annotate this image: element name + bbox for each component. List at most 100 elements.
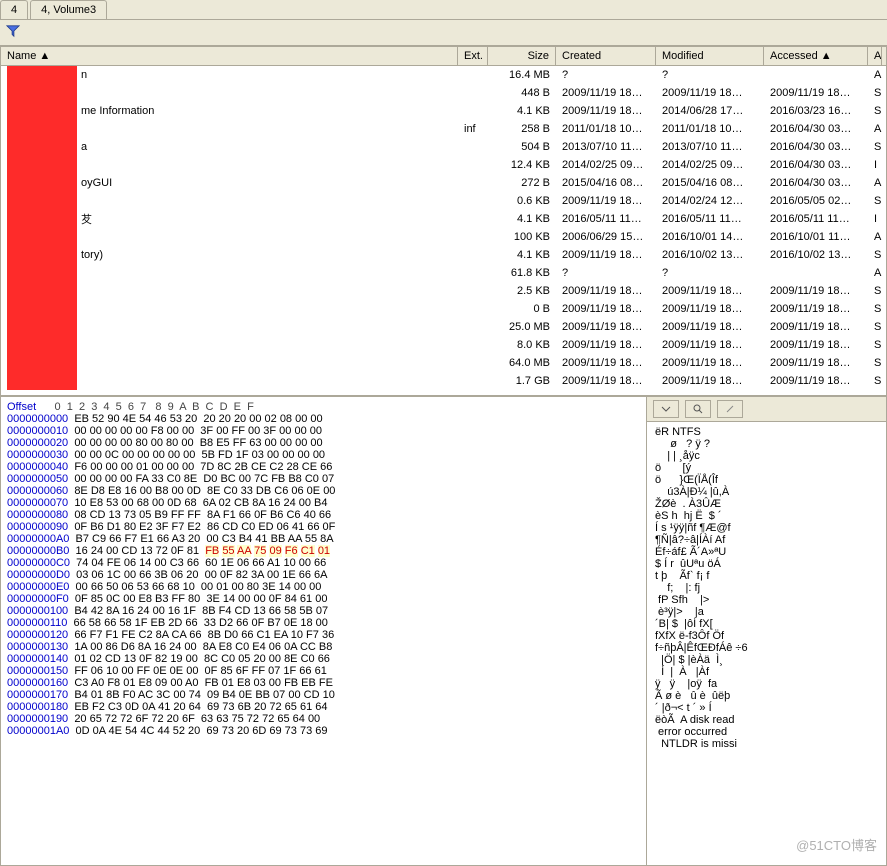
ascii-row: Í | À |Àf	[655, 666, 878, 678]
tool-icon[interactable]	[717, 400, 743, 418]
hex-row: 0000000190 20 65 72 72 6F 72 20 6F 63 63…	[7, 713, 640, 725]
redacted-block	[7, 300, 77, 318]
file-created: 2009/11/19 18…	[556, 356, 656, 370]
file-ext	[458, 344, 488, 346]
tab-strip: 4 4, Volume3	[0, 0, 887, 20]
file-size: 448 B	[488, 86, 556, 100]
table-row[interactable]: n16.4 MB??A	[1, 66, 886, 84]
hex-row: 0000000010 00 00 00 00 00 F8 00 00 3F 00…	[7, 425, 640, 437]
table-row[interactable]: 1.7 GB2009/11/19 18…2009/11/19 18…2009/1…	[1, 372, 886, 390]
ascii-row: f÷ñþÂ|ÊfŒÐfÁê ÷6	[655, 642, 878, 654]
hex-row: 00000000F0 0F 85 0C 00 E8 B3 FF 80 3E 14…	[7, 593, 640, 605]
file-modified: 2013/07/10 11…	[656, 140, 764, 154]
table-row[interactable]: inf258 B2011/01/18 10…2011/01/18 10…2016…	[1, 120, 886, 138]
file-created: ?	[556, 68, 656, 82]
hex-row: 0000000070 10 E8 53 00 68 00 0D 68 6A 02…	[7, 497, 640, 509]
file-modified: 2014/02/25 09…	[656, 158, 764, 172]
table-row[interactable]: 100 KB2006/06/29 15…2016/10/01 14…2016/1…	[1, 228, 886, 246]
hex-row: 00000000E0 00 66 50 06 53 66 68 10 00 01…	[7, 581, 640, 593]
ascii-row: ŽØè . À3ÛÆ	[655, 498, 878, 510]
file-attr: S	[868, 194, 882, 208]
file-ext	[458, 200, 488, 202]
table-row[interactable]: oyGUI272 B2015/04/16 08…2015/04/16 08…20…	[1, 174, 886, 192]
ascii-row: ø ? ÿ ?	[655, 438, 878, 450]
file-ext	[458, 74, 488, 76]
table-row[interactable]: 12.4 KB2014/02/25 09…2014/02/25 09…2016/…	[1, 156, 886, 174]
hex-viewer: Offset 0 1 2 3 4 5 6 7 8 9 A B C D E F 0…	[0, 396, 887, 866]
col-attr[interactable]: A	[868, 47, 882, 65]
ascii-view[interactable]: ëR NTFS ø ? ÿ ? | | ¸åÿcö [ýö }Œ(ÏÅ(Îf ú…	[647, 422, 886, 754]
ascii-row: fP Sfh |>	[655, 594, 878, 606]
ascii-row: ÿ ÿ |oÿ fa	[655, 678, 878, 690]
ascii-row: |Ö| $ |èÀä Ì¸	[655, 654, 878, 666]
file-modified: 2009/11/19 18…	[656, 356, 764, 370]
file-accessed: 2016/04/30 03…	[764, 140, 868, 154]
file-size: 1.7 GB	[488, 374, 556, 388]
file-accessed	[764, 272, 868, 274]
file-created: 2009/11/19 18…	[556, 284, 656, 298]
file-created: 2009/11/19 18…	[556, 104, 656, 118]
file-ext	[458, 236, 488, 238]
table-row[interactable]: 䒘4.1 KB2016/05/11 11…2016/05/11 11…2016/…	[1, 210, 886, 228]
funnel-icon[interactable]	[6, 29, 20, 41]
ascii-row: $ Í r ûUªu öÁ	[655, 558, 878, 570]
hex-row: 00000000A0 B7 C9 66 F7 E1 66 A3 20 00 C3…	[7, 533, 640, 545]
file-ext	[458, 92, 488, 94]
tab-2[interactable]: 4, Volume3	[30, 0, 107, 19]
col-created[interactable]: Created	[556, 47, 656, 65]
file-attr: S	[868, 356, 882, 370]
file-ext	[458, 110, 488, 112]
file-modified: 2016/05/11 11…	[656, 212, 764, 226]
file-modified: 2015/04/16 08…	[656, 176, 764, 190]
file-size: 4.1 KB	[488, 248, 556, 262]
table-row[interactable]: 64.0 MB2009/11/19 18…2009/11/19 18…2009/…	[1, 354, 886, 372]
table-row[interactable]: a504 B2013/07/10 11…2013/07/10 11…2016/0…	[1, 138, 886, 156]
file-modified: 2016/10/02 13…	[656, 248, 764, 262]
file-accessed: 2009/11/19 18…	[764, 302, 868, 316]
table-row[interactable]: me Information4.1 KB2009/11/19 18…2014/0…	[1, 102, 886, 120]
col-name[interactable]: Name ▲	[1, 47, 458, 65]
file-modified: 2009/11/19 18…	[656, 338, 764, 352]
ascii-row: ö [ý	[655, 462, 878, 474]
col-size[interactable]: Size	[488, 47, 556, 65]
ascii-row: ëòÃ A disk read	[655, 714, 878, 726]
file-attr: A	[868, 230, 882, 244]
redacted-block	[7, 318, 77, 336]
table-row[interactable]: 0 B2009/11/19 18…2009/11/19 18…2009/11/1…	[1, 300, 886, 318]
hex-row: 00000000D0 03 06 1C 00 66 3B 06 20 00 0F…	[7, 569, 640, 581]
file-attr: S	[868, 86, 882, 100]
table-row[interactable]: tory)4.1 KB2009/11/19 18…2016/10/02 13…2…	[1, 246, 886, 264]
file-modified: 2009/11/19 18…	[656, 320, 764, 334]
tab-1[interactable]: 4	[0, 0, 28, 19]
redacted-block	[7, 192, 77, 210]
table-row[interactable]: 61.8 KB??A	[1, 264, 886, 282]
hex-left[interactable]: Offset 0 1 2 3 4 5 6 7 8 9 A B C D E F 0…	[1, 397, 646, 865]
file-ext	[458, 290, 488, 292]
table-row[interactable]: 8.0 KB2009/11/19 18…2009/11/19 18…2009/1…	[1, 336, 886, 354]
go-down-icon[interactable]	[653, 400, 679, 418]
hex-row: 0000000060 8E D8 E8 16 00 B8 00 0D 8E C0…	[7, 485, 640, 497]
table-row[interactable]: 448 B2009/11/19 18…2009/11/19 18…2009/11…	[1, 84, 886, 102]
file-ext	[458, 272, 488, 274]
hex-row: 0000000040 F6 00 00 00 01 00 00 00 7D 8C…	[7, 461, 640, 473]
hex-row: 0000000000 EB 52 90 4E 54 46 53 20 20 20…	[7, 413, 640, 425]
search-icon[interactable]	[685, 400, 711, 418]
file-created: 2015/04/16 08…	[556, 176, 656, 190]
file-size: 2.5 KB	[488, 284, 556, 298]
file-attr: S	[868, 140, 882, 154]
table-row[interactable]: 0.6 KB2009/11/19 18…2014/02/24 12…2016/0…	[1, 192, 886, 210]
col-ext[interactable]: Ext.	[458, 47, 488, 65]
col-accessed[interactable]: Accessed ▲	[764, 47, 868, 65]
file-modified: 2009/11/19 18…	[656, 374, 764, 388]
redacted-block	[7, 282, 77, 300]
col-modified[interactable]: Modified	[656, 47, 764, 65]
file-name: a	[81, 141, 87, 153]
file-attr: I	[868, 212, 882, 226]
table-row[interactable]: 2.5 KB2009/11/19 18…2009/11/19 18…2009/1…	[1, 282, 886, 300]
file-created: 2009/11/19 18…	[556, 248, 656, 262]
table-row[interactable]: 25.0 MB2009/11/19 18…2009/11/19 18…2009/…	[1, 318, 886, 336]
file-created: 2006/06/29 15…	[556, 230, 656, 244]
file-accessed: 2009/11/19 18…	[764, 338, 868, 352]
file-modified: ?	[656, 68, 764, 82]
hex-toolbar	[647, 397, 886, 422]
